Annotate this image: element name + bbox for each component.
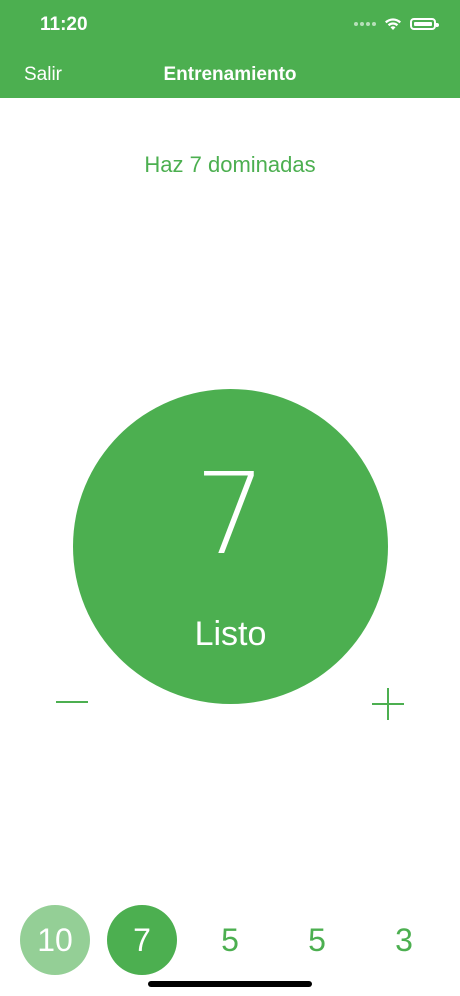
sets-row: 10 7 5 5 3 xyxy=(0,905,460,977)
status-time: 11:20 xyxy=(40,14,88,35)
set-item[interactable]: 5 xyxy=(282,905,352,975)
done-button[interactable]: 7 Listo xyxy=(73,389,388,704)
set-item[interactable]: 10 xyxy=(20,905,90,975)
status-icons xyxy=(354,14,439,34)
home-indicator xyxy=(148,981,312,987)
done-label: Listo xyxy=(194,615,267,653)
set-item[interactable]: 7 xyxy=(107,905,177,975)
minus-icon[interactable] xyxy=(56,688,88,716)
exercise-instruction: Haz 7 dominadas xyxy=(144,152,316,177)
plus-icon[interactable] xyxy=(372,688,404,720)
set-item[interactable]: 3 xyxy=(369,905,439,975)
rep-count: 7 xyxy=(194,450,267,580)
signal-icon xyxy=(354,22,376,26)
page-title: Entrenamiento xyxy=(163,64,297,85)
wifi-icon xyxy=(385,18,401,30)
battery-icon xyxy=(410,18,439,30)
set-item[interactable]: 5 xyxy=(195,905,265,975)
header: 11:20 Salir Entrenamiento xyxy=(0,0,460,98)
